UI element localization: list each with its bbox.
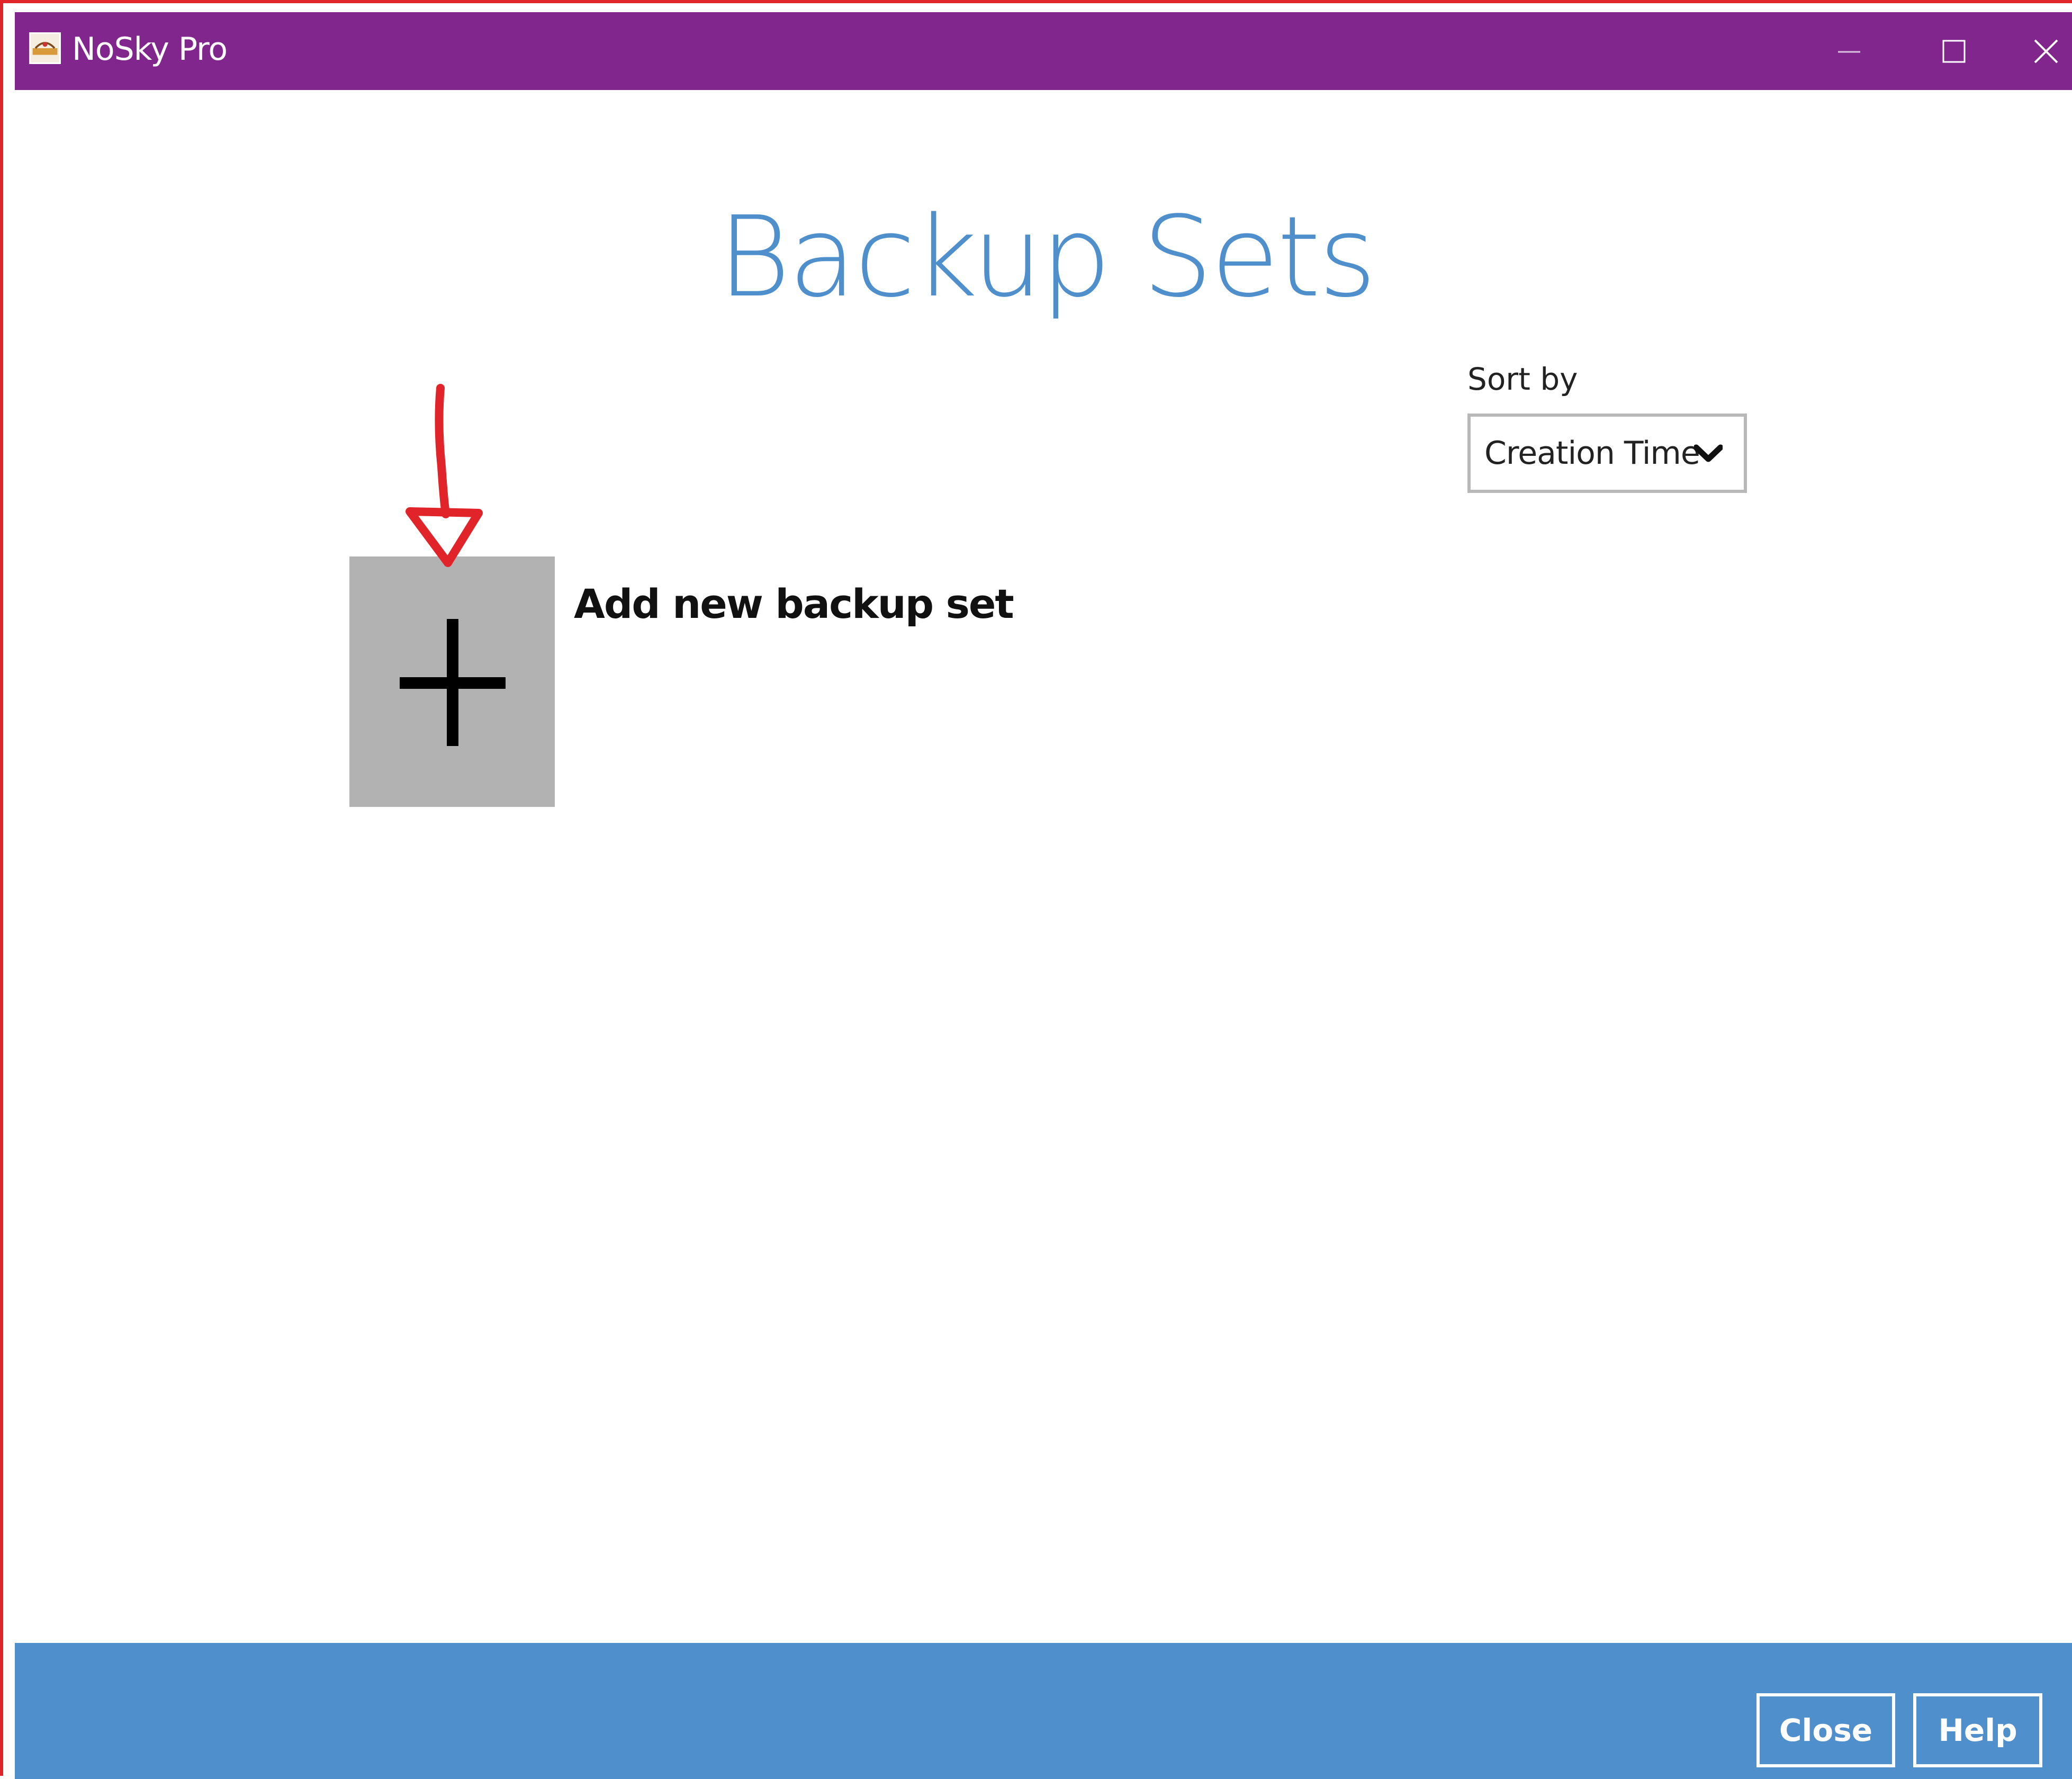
minimize-icon (1838, 51, 1860, 52)
minimize-button[interactable] (1809, 12, 1889, 90)
close-icon (2034, 39, 2058, 63)
add-backup-set-tile[interactable] (349, 556, 555, 807)
plus-icon (400, 619, 506, 746)
add-backup-set-label[interactable]: Add new backup set (574, 572, 1014, 636)
app-window: NoSky Pro Backup Sets Sort by Creation T… (0, 0, 2072, 1779)
chevron-down-icon (1694, 444, 1723, 462)
page-title: Backup Sets (717, 192, 1376, 322)
help-button[interactable]: Help (1913, 1693, 2042, 1767)
maximize-icon (1942, 40, 1966, 62)
app-logo-icon (29, 32, 61, 64)
window-title: NoSky Pro (72, 31, 228, 68)
close-button[interactable]: Close (1756, 1693, 1895, 1767)
sort-by-dropdown[interactable]: Creation Time (1467, 414, 1747, 493)
title-bar[interactable]: NoSky Pro (15, 12, 2072, 90)
maximize-button[interactable] (1914, 12, 1994, 90)
close-window-button[interactable] (2006, 12, 2072, 90)
sort-by-selected-value: Creation Time (1484, 435, 1700, 472)
arrow-down-icon (406, 384, 483, 567)
sort-by-label: Sort by (1467, 361, 1578, 397)
footer-bar: Close Help (15, 1643, 2072, 1779)
